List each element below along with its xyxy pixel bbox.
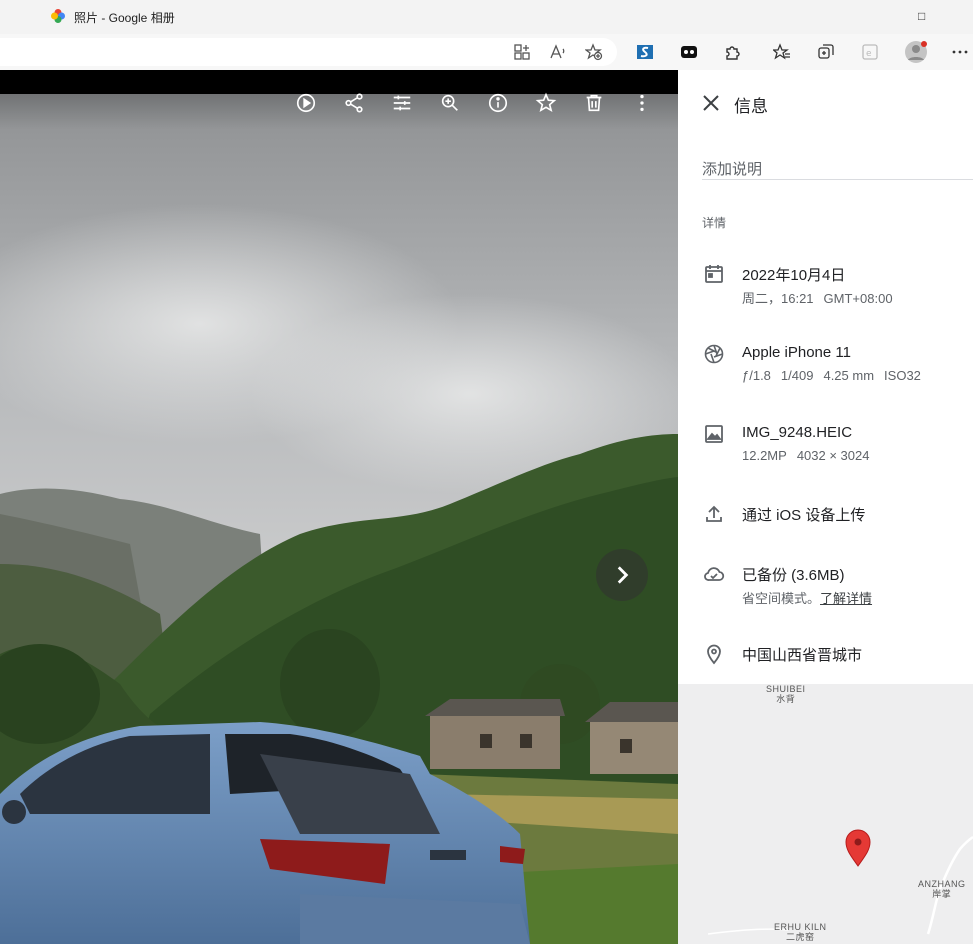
share-icon[interactable] (342, 91, 366, 115)
map-label-shuibei: SHUIBEI 水背 (766, 684, 806, 704)
favorite-icon[interactable] (534, 91, 558, 115)
profile-icon[interactable] (904, 40, 928, 64)
location-map[interactable]: SHUIBEI 水背 ANZHANG 岸掌 ERHU KILN 二虎窑 (678, 684, 973, 944)
map-pin-icon (845, 829, 871, 867)
slideshow-icon[interactable] (294, 91, 318, 115)
collections-icon[interactable] (816, 42, 836, 62)
date-subtext: 周二，16:21 GMT+08:00 (742, 288, 893, 307)
description-input[interactable]: 添加说明 (702, 158, 973, 180)
learn-more-link[interactable]: 了解详情 (820, 591, 872, 606)
camera-shutter-icon (703, 343, 725, 365)
weekday-time: 周二，16:21 (742, 291, 814, 306)
browser-address-bar: e (0, 34, 973, 70)
close-icon[interactable] (700, 92, 722, 114)
zoom-icon[interactable] (438, 91, 462, 115)
google-photos-icon (51, 9, 65, 23)
map-label-erhu-kiln: ERHU KILN 二虎窑 (774, 922, 827, 942)
file-details: 12.2MP 4032 × 3024 (742, 448, 869, 463)
browser-title-bar: 照片 - Google 相册 □ (0, 0, 973, 34)
photo-image (0, 94, 678, 944)
photo-viewer (0, 70, 678, 944)
map-label-anzhang: ANZHANG 岸掌 (918, 879, 966, 899)
next-photo-button[interactable] (596, 549, 648, 601)
app-install-icon[interactable] (512, 42, 532, 62)
favorites-icon[interactable] (772, 42, 792, 62)
info-icon[interactable] (486, 91, 510, 115)
upload-icon (703, 503, 725, 525)
location-text: 中国山西省晋城市 (742, 647, 863, 664)
shutter-speed: 1/409 (780, 368, 814, 383)
window-maximize-button[interactable]: □ (918, 9, 925, 23)
chevron-right-icon (617, 566, 629, 584)
extensions-icon[interactable] (723, 42, 743, 62)
timezone: GMT+08:00 (823, 291, 893, 306)
edit-icon[interactable] (390, 91, 414, 115)
camera-model: Apple iPhone 11 (742, 344, 851, 361)
resolution: 4032 × 3024 (796, 448, 870, 463)
read-aloud-icon[interactable] (548, 42, 568, 62)
location-pin-icon (703, 643, 725, 665)
image-icon (703, 423, 725, 445)
file-name: IMG_9248.HEIC (742, 424, 853, 441)
info-panel: 信息 添加说明 详情 2022年10月4日 周二，16:21 GMT+08:00 … (678, 70, 973, 944)
panel-title: 信息 (734, 97, 768, 116)
delete-icon[interactable] (582, 91, 606, 115)
storage-saver-mode: 省空间模式。 (742, 591, 821, 606)
megapixels: 12.2MP (742, 448, 787, 463)
more-options-icon[interactable] (630, 91, 654, 115)
ie-mode-icon[interactable]: e (860, 42, 880, 62)
extension-s-icon[interactable] (635, 42, 655, 62)
svg-text:e: e (866, 49, 872, 59)
camera-settings: ƒ/1.8 1/409 4.25 mm ISO32 (742, 368, 921, 383)
more-icon[interactable] (950, 42, 970, 62)
backup-status: 已备份 (3.6MB) (742, 567, 845, 584)
focal-length: 4.25 mm (823, 368, 875, 383)
tab-title[interactable]: 照片 - Google 相册 (74, 9, 175, 26)
extension-theater-icon[interactable] (679, 42, 699, 62)
backup-mode-text: 省空间模式。了解详情 (742, 588, 872, 607)
date-text: 2022年10月4日 (742, 267, 846, 284)
calendar-icon (703, 263, 725, 285)
add-favorite-icon[interactable] (584, 42, 604, 62)
iso: ISO32 (884, 368, 921, 383)
details-heading: 详情 (702, 216, 727, 230)
cloud-done-icon (703, 563, 725, 585)
aperture: ƒ/1.8 (742, 368, 771, 383)
upload-text: 通过 iOS 设备上传 (742, 507, 866, 524)
